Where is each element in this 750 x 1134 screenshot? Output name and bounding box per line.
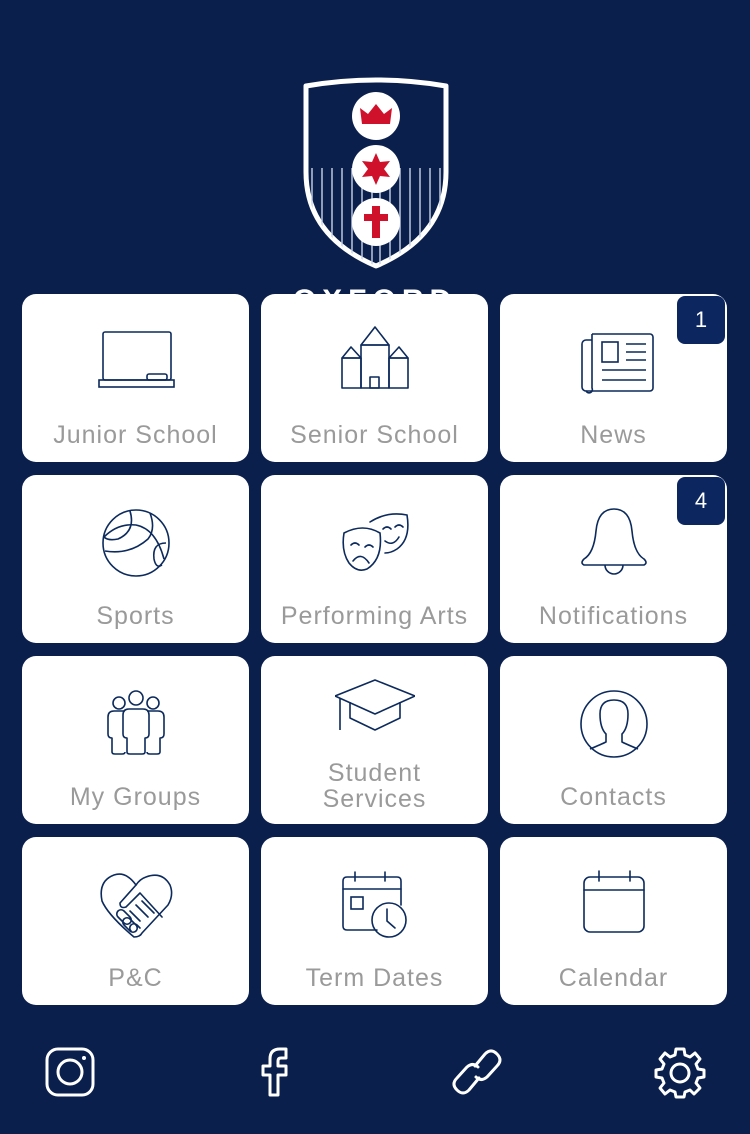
school-crest-logo: [298, 76, 454, 272]
tile-news[interactable]: News 1: [500, 294, 727, 462]
tile-label: Notifications: [538, 602, 689, 630]
tile-term-dates[interactable]: Term Dates: [261, 837, 488, 1005]
settings-button[interactable]: [652, 1044, 708, 1100]
graduation-cap-icon: [334, 674, 415, 754]
instagram-icon: [45, 1047, 95, 1097]
menu-grid: Junior School Senior School News 1 Sport…: [22, 294, 727, 1005]
theatre-masks-icon: [335, 503, 415, 583]
bottom-social-bar: [0, 1030, 750, 1114]
tile-label: Term Dates: [305, 964, 444, 992]
facebook-icon: [261, 1047, 288, 1097]
tile-student-services[interactable]: Student Services: [261, 656, 488, 824]
calendar-icon: [574, 865, 654, 945]
instagram-button[interactable]: [42, 1044, 98, 1100]
chalkboard-icon: [96, 322, 176, 402]
bell-icon: [574, 503, 654, 583]
ball-icon: [96, 503, 176, 583]
tile-label: My Groups: [69, 783, 202, 811]
news-count-badge: 1: [677, 296, 725, 344]
link-button[interactable]: [449, 1044, 505, 1100]
tile-label: Calendar: [558, 964, 669, 992]
tile-label: Student Services: [261, 760, 488, 812]
tile-p-and-c[interactable]: P&C: [22, 837, 249, 1005]
tile-notifications[interactable]: Notifications 4: [500, 475, 727, 643]
heart-handshake-icon: [96, 865, 176, 945]
tile-label: Contacts: [560, 783, 667, 811]
tile-calendar[interactable]: Calendar: [500, 837, 727, 1005]
tile-label-line2: Services: [322, 785, 427, 813]
tile-contacts[interactable]: Contacts: [500, 656, 727, 824]
person-circle-icon: [574, 684, 654, 764]
tile-label: P&C: [108, 964, 163, 992]
castle-building-icon: [335, 322, 415, 402]
tile-sports[interactable]: Sports: [22, 475, 249, 643]
settings-gear-icon: [654, 1047, 706, 1099]
newspaper-icon: [574, 322, 654, 402]
calendar-clock-icon: [335, 865, 415, 945]
tile-label: Senior School: [290, 421, 459, 449]
facebook-button[interactable]: [246, 1044, 302, 1100]
tile-performing-arts[interactable]: Performing Arts: [261, 475, 488, 643]
tile-my-groups[interactable]: My Groups: [22, 656, 249, 824]
tile-label-line1: Student: [327, 759, 422, 787]
tile-label: Sports: [96, 602, 175, 630]
tile-label: Performing Arts: [280, 602, 469, 630]
people-group-icon: [96, 684, 176, 764]
tile-label: News: [580, 421, 647, 449]
tile-senior-school[interactable]: Senior School: [261, 294, 488, 462]
tile-label: Junior School: [53, 421, 218, 449]
link-icon: [452, 1049, 502, 1095]
notifications-count-badge: 4: [677, 477, 725, 525]
tile-junior-school[interactable]: Junior School: [22, 294, 249, 462]
